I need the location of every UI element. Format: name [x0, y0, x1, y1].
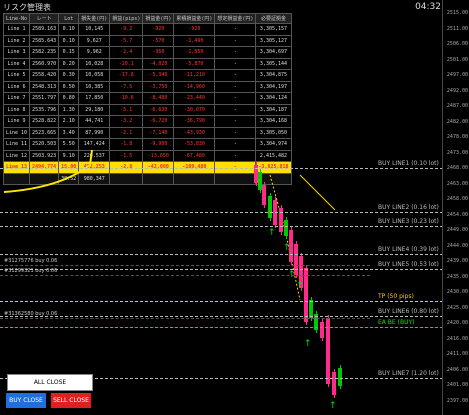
candle-wick: [281, 205, 282, 235]
level-line[interactable]: [0, 226, 443, 227]
level-label: TP (50 pips): [378, 293, 414, 300]
axis-tick-label: 2406.00: [446, 366, 468, 373]
buy-arrow-icon: ↑: [296, 281, 304, 291]
axis-tick-label: 2497.00: [446, 72, 468, 78]
chart-decor: [3, 149, 336, 301]
buy-close-button[interactable]: BUY CLOSE: [6, 393, 46, 408]
candle-wick: [286, 217, 287, 239]
level-line[interactable]: [0, 212, 443, 213]
sell-close-button[interactable]: SELL CLOSE: [51, 393, 91, 408]
axis-tick-label: 2425.00: [446, 304, 468, 311]
level-label: BUY LINE1 (0.10 lot): [378, 160, 439, 167]
level-line[interactable]: [0, 269, 443, 270]
axis-tick-label: 2416.00: [446, 335, 468, 342]
candle-wick: [296, 241, 297, 278]
axis-tick-label: 2487.00: [446, 103, 468, 109]
level-line[interactable]: [0, 168, 443, 169]
axis-tick-label: 2511.00: [446, 25, 468, 32]
all-close-button[interactable]: ALL CLOSE: [7, 374, 93, 391]
axis-tick-label: 2397.00: [446, 397, 468, 404]
axis-tick-label: 2444.00: [446, 242, 468, 249]
level-label: BUY LINE3 (0.23 lot): [378, 218, 439, 225]
level-line[interactable]: [0, 316, 443, 317]
candle-wick: [316, 311, 317, 333]
axis-tick-label: 2420.00: [446, 320, 468, 326]
axis-tick-label: 2473.00: [446, 149, 468, 156]
axis-tick-label: 2463.00: [446, 180, 468, 187]
axis-tick-label: 2449.00: [446, 227, 468, 233]
axis-tick-label: 2411.00: [446, 351, 468, 357]
trend-line-2: [299, 174, 336, 211]
candle-wick: [322, 319, 323, 341]
candle-wick: [270, 193, 271, 221]
axis-tick-label: 2468.00: [446, 165, 468, 171]
axis-tick-label: 2435.00: [446, 273, 468, 280]
candle-wick: [328, 315, 329, 387]
candle-wick: [334, 369, 335, 398]
axis-tick-label: 2454.00: [446, 211, 468, 218]
level-label: EA BE (BUY): [378, 319, 415, 326]
order-tag: #31275776 buy 0.06: [4, 258, 58, 264]
level-label: BUY LINE7 (1.20 lot): [378, 370, 439, 377]
level-label: BUY LINE2 (0.16 lot): [378, 204, 439, 211]
axis-tick-label: 2501.00: [446, 56, 468, 63]
candle-wick: [291, 227, 292, 265]
buy-arrow-icon: ↑: [268, 228, 276, 238]
axis-tick-label: 2506.00: [446, 41, 468, 47]
axis-tick-label: 2515.00: [446, 10, 468, 16]
candle-wick: [264, 182, 265, 208]
axis-tick-label: 2439.00: [446, 258, 468, 264]
order-tag: #31299321 buy 0.06: [4, 268, 58, 274]
level-line[interactable]: [0, 254, 443, 255]
buy-arrow-icon: ↑: [329, 401, 337, 411]
yellow-curve: [3, 149, 93, 193]
axis-tick-label: 2478.00: [446, 134, 468, 140]
level-line[interactable]: [0, 327, 443, 328]
level-label: BUY LINE4 (0.39 lot): [378, 246, 439, 253]
order-line[interactable]: [0, 318, 370, 319]
buy-arrow-icon: ↑: [255, 179, 263, 189]
axis-tick-label: 2401.00: [446, 382, 468, 388]
order-line[interactable]: [0, 275, 370, 276]
level-label: BUY LINE5 (0.53 lot): [378, 261, 439, 268]
price-chart[interactable]: ↑ ↑ ↑ ↑ ↑ ↑ ↑: [0, 0, 443, 415]
level-line[interactable]: [0, 301, 443, 302]
buy-arrow-icon: ↑: [283, 243, 291, 253]
axis-tick-label: 2482.00: [446, 118, 468, 125]
axis-tick-label: 2458.00: [446, 196, 468, 202]
order-line[interactable]: [0, 265, 370, 266]
axis-tick-label: 2492.00: [446, 87, 468, 94]
price-axis[interactable]: 2515.00 2511.00 2506.00 2501.00 2497.00 2492.…: [442, 0, 469, 415]
axis-tick-label: 2430.00: [446, 289, 468, 295]
level-label: BUY LINE6 (0.80 lot): [378, 308, 439, 315]
candle-wick: [340, 365, 341, 389]
order-tag: #31362580 buy 0.06: [4, 311, 58, 317]
buy-arrow-icon: ↑: [304, 339, 312, 349]
